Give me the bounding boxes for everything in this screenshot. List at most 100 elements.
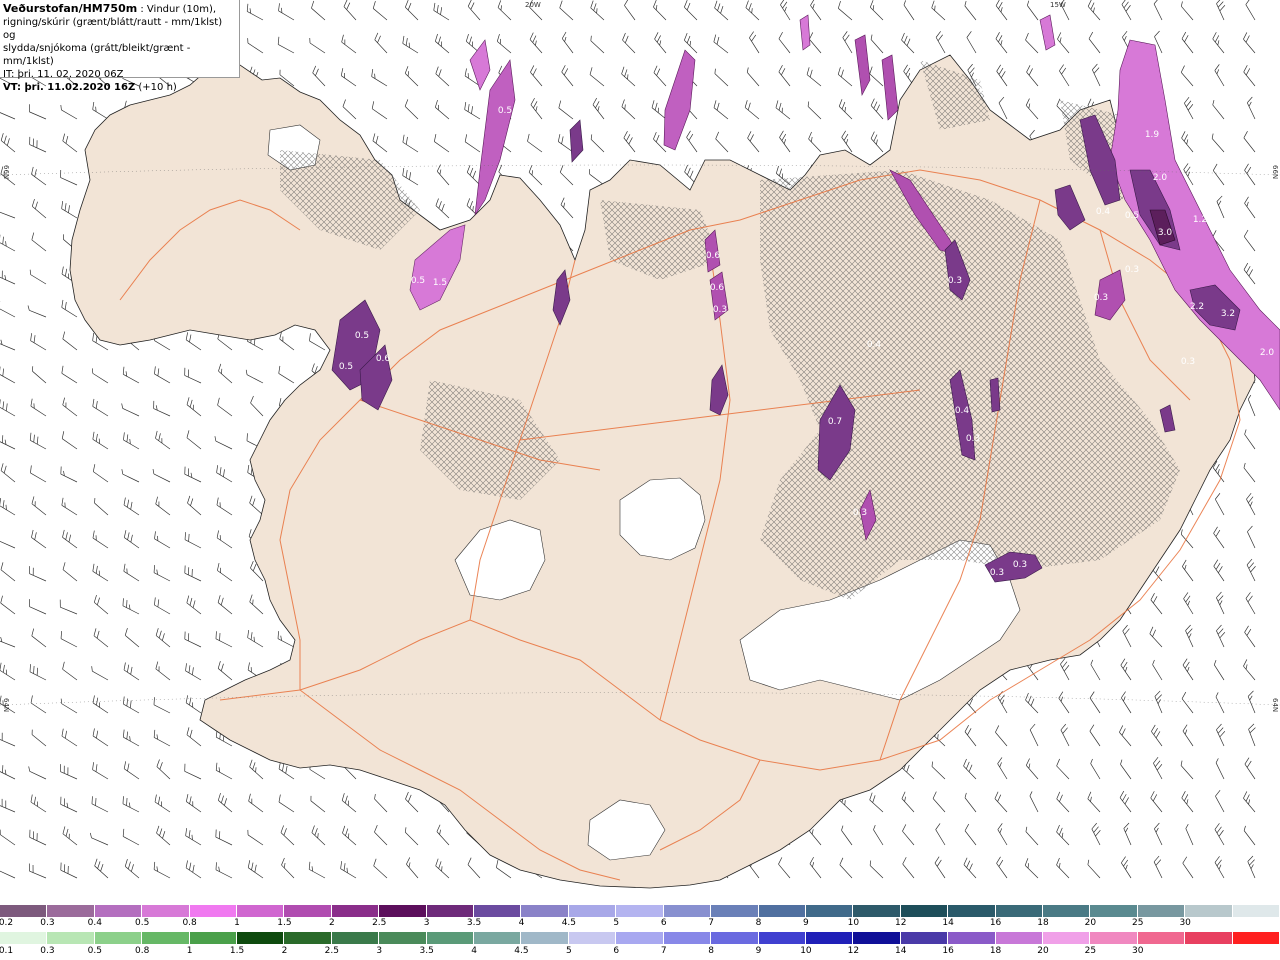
forecast-offset: (+10 h) [135, 82, 177, 93]
legend-tick-label: 25 [1084, 946, 1097, 956]
legend-tick-label: 30 [1132, 946, 1144, 956]
legend-swatch [142, 932, 190, 944]
legend-swatch [1232, 932, 1280, 944]
legend-tick-label: 0.3 [40, 918, 55, 928]
precip-value-label: 3.2 [1221, 309, 1235, 319]
legend-swatch [568, 905, 617, 917]
legend-tick-label: 16 [942, 946, 954, 956]
legend-tick-label: 8 [755, 918, 762, 928]
precip-value-label: 0.3 [966, 434, 980, 444]
legend-swatch [426, 932, 475, 944]
legend-swatch [948, 932, 996, 944]
edge-label-64n-left: 64N [2, 698, 10, 713]
legend-tick-label: 10 [800, 946, 812, 956]
precip-value-label: 1.2 [1193, 215, 1207, 225]
precip-value-label: 2.0 [1153, 173, 1168, 183]
legend-swatch [331, 932, 380, 944]
legend-tick-label: 3 [423, 918, 430, 928]
legend-swatch [521, 905, 569, 917]
legend-tick-label: 18 [989, 946, 1002, 956]
legend-swatch [0, 932, 48, 944]
legend-swatch [900, 932, 949, 944]
precip-value-label: 0.5 [1125, 211, 1139, 221]
legend-tick-label: 20 [1037, 946, 1049, 956]
valid-time: VT: þri. 11.02.2020 16Z [3, 82, 136, 93]
map-info-box: Veðurstofan/HM750m : Vindur (10m), rigni… [0, 0, 240, 93]
legend-swatch [331, 905, 380, 917]
weather-map: 0.5 1.5 0.5 0.5 0.6 0.6 0.6 0.3 0.7 0.4 0.4 0.3 0.3 0… [0, 0, 1280, 905]
legend-tick-label: 3 [376, 946, 383, 956]
legend-swatch [237, 932, 285, 944]
legend-swatch [1090, 905, 1138, 917]
legend-tick-label: 12 [847, 946, 860, 956]
legend-swatch [1137, 932, 1186, 944]
legend-swatch [237, 905, 285, 917]
legend-swatch [995, 932, 1043, 944]
legend-swatch [616, 905, 664, 917]
edge-label-15w: 15W [1050, 1, 1066, 9]
precip-value-label: 0.4 [955, 406, 970, 416]
legend-swatch [711, 932, 759, 944]
legend-swatch [1137, 905, 1186, 917]
precip-value-label: 0.3 [948, 276, 962, 286]
precip-value-label: 0.3 [853, 508, 867, 518]
precip-value-label: 0.4 [1096, 207, 1111, 217]
legend-swatch [616, 932, 664, 944]
legend-swatch [142, 905, 190, 917]
legend-tick-label: 4.5 [514, 946, 529, 956]
legend-tick-label: 2.5 [324, 946, 340, 956]
precip-value-label: 1.9 [1145, 130, 1160, 140]
precip-value-label: 0.6 [376, 354, 391, 364]
legend-tick-label: 30 [1179, 918, 1191, 928]
legend-tick-label: 7 [660, 946, 667, 956]
legend-swatch [94, 905, 143, 917]
legend-swatch [474, 932, 522, 944]
legend-tick-label: 20 [1084, 918, 1097, 928]
legend-swatch [758, 905, 806, 917]
precip-value-label: 0.4 [867, 340, 882, 350]
edge-label-20w: 20W [525, 1, 541, 9]
precip-value-label: 0.6 [706, 251, 721, 261]
color-legend: 0.2 0.3 0.4 0.5 0.8 1 1.5 2 2.5 3 3.5 4 4.5 5 6 7 8 9 10 12… [0, 905, 1280, 960]
legend-tick-label: 3.5 [466, 918, 482, 928]
legend-tick-label: 16 [989, 918, 1002, 928]
legend-tick-label: 1 [234, 918, 240, 928]
precip-value-label: 2.2 [1190, 302, 1204, 312]
legend-tick-label: 4.5 [561, 918, 577, 928]
legend-swatch [1090, 932, 1138, 944]
legend-tick-label: 2 [281, 946, 288, 956]
legend-tick-label: 14 [942, 918, 954, 928]
legend-tick-label: 5 [566, 946, 572, 956]
legend-tick-label: 4 [518, 918, 525, 928]
legend-tick-label: 1.5 [277, 918, 292, 928]
legend-tick-label: 2.5 [372, 918, 387, 928]
precip-value-label: 0.5 [498, 106, 512, 116]
edge-label-66n-left: 66N [2, 165, 10, 180]
legend-tick-label: 9 [755, 946, 762, 956]
legend-tick-label: 9 [803, 918, 809, 928]
legend-tick-label: 18 [1037, 918, 1049, 928]
legend-tick-label: 5 [613, 918, 620, 928]
legend-swatch [284, 932, 332, 944]
legend-tick-label: 8 [708, 946, 714, 956]
legend-tick-label: 4 [471, 946, 477, 956]
map-title: Veðurstofan/HM750m [3, 2, 138, 15]
legend-swatch [568, 932, 617, 944]
legend-swatch [1042, 932, 1091, 944]
legend-swatch [474, 905, 522, 917]
precip-value-label: 0.3 [990, 568, 1004, 578]
legend-swatch [900, 905, 949, 917]
legend-swatch [379, 932, 427, 944]
legend-swatch [379, 905, 427, 917]
legend-tick-label: 12 [895, 918, 907, 928]
map-title-suffix: : Vindur (10m), [137, 4, 217, 15]
edge-label-66n-right: 66N [1271, 165, 1279, 180]
legend-swatch [1042, 905, 1091, 917]
legend-swatch [284, 905, 332, 917]
precip-value-label: 0.5 [411, 276, 425, 286]
legend-swatch [663, 905, 712, 917]
precip-value-label: 0.8 [979, 86, 994, 96]
map-subtitle-line2: rigning/skúrir (grænt/blátt/rautt - mm/1… [3, 17, 223, 41]
legend-tick-label: 14 [895, 946, 907, 956]
legend-tick-label: 0.2 [0, 918, 14, 928]
